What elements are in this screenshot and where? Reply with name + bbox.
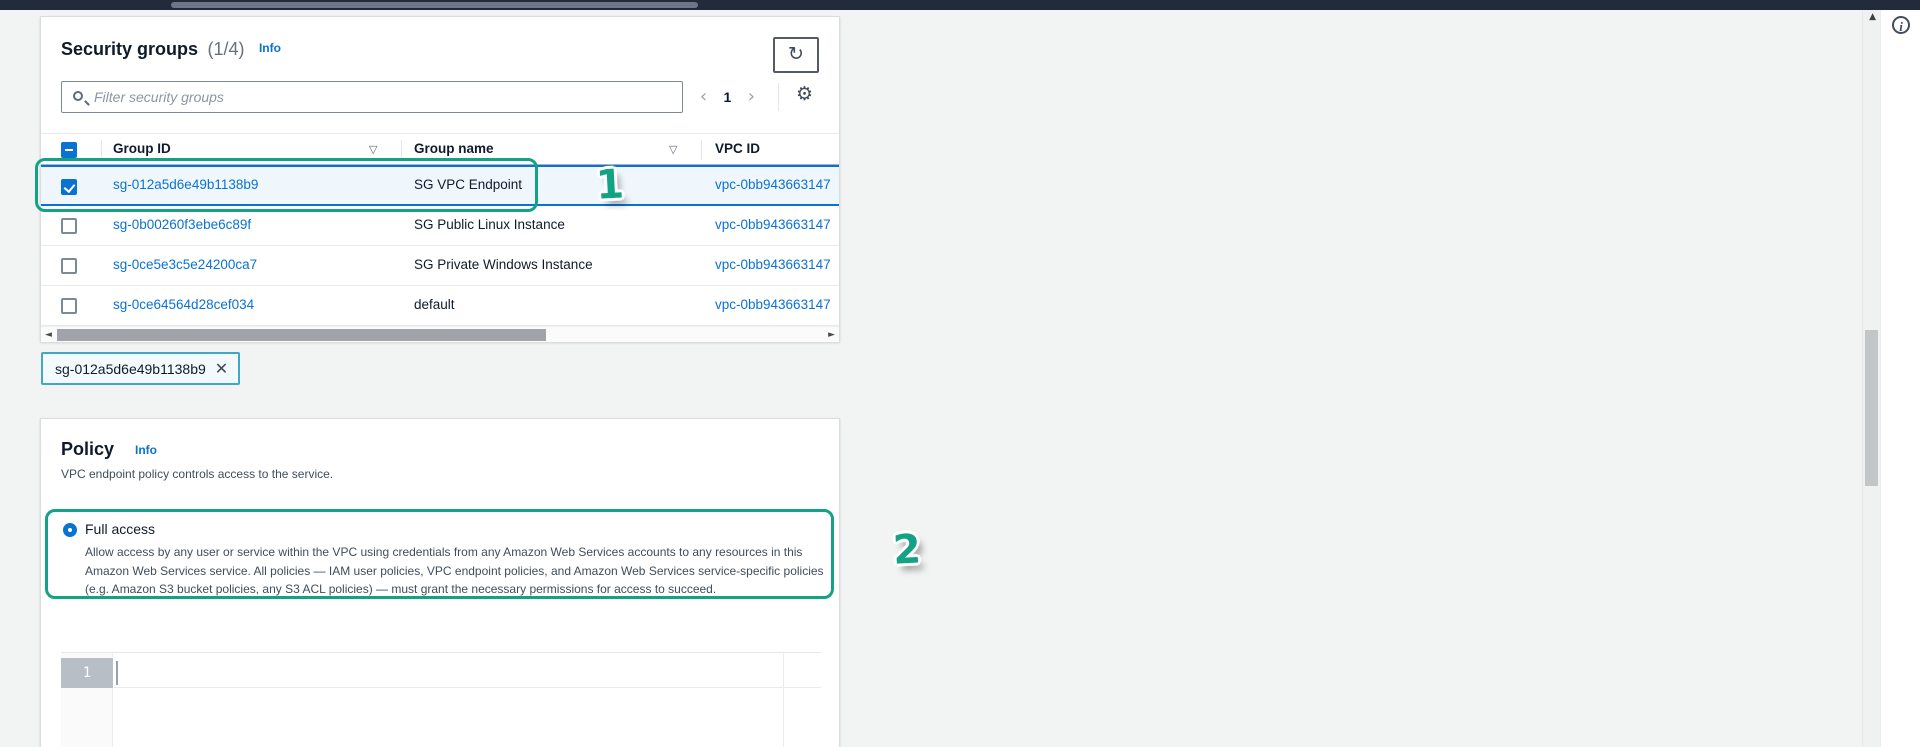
security-groups-title: Security groups [61, 39, 198, 59]
full-access-radio[interactable] [63, 523, 77, 537]
table-horizontal-scrollbar[interactable]: ◄ ► [41, 326, 839, 342]
pagination: ‹ 1 › [690, 85, 765, 111]
horizontal-scrollbar-thumb[interactable] [57, 329, 546, 341]
vertical-scrollbar-thumb[interactable] [1865, 330, 1878, 486]
editor-text-area[interactable] [114, 653, 821, 747]
group-id-link[interactable]: sg-0b00260f3ebe6c89f [113, 217, 251, 232]
group-name-cell: SG Public Linux Instance [414, 217, 565, 232]
top-navigation-bar [0, 0, 1920, 10]
filter-search-box[interactable] [61, 81, 683, 113]
row-checkbox[interactable] [61, 298, 77, 314]
policy-json-editor[interactable]: 1 [61, 652, 821, 747]
editor-line-gutter: 1 [61, 653, 113, 747]
policy-info-link[interactable]: Info [135, 443, 157, 457]
vpc-id-link[interactable]: vpc-0bb943663147 [715, 177, 831, 192]
editor-active-line [114, 658, 821, 688]
column-divider [101, 140, 102, 160]
security-groups-table: Group ID ▽ Group name ▽ VPC ID sg-012a5d… [41, 133, 839, 326]
security-groups-count: (1/4) [202, 39, 244, 59]
top-scrollbar-thumb[interactable] [171, 2, 698, 8]
group-id-link[interactable]: sg-0ce64564d28cef034 [113, 297, 254, 312]
column-divider [401, 140, 402, 160]
filter-security-groups-input[interactable] [94, 83, 674, 111]
help-panel-rail: i [1880, 10, 1920, 747]
group-id-link[interactable]: sg-0ce5e3c5e24200ca7 [113, 257, 257, 272]
policy-description: VPC endpoint policy controls access to t… [61, 467, 333, 481]
search-icon [73, 91, 83, 101]
group-id-filter-icon[interactable]: ▽ [369, 143, 377, 156]
refresh-button[interactable]: ↻ [773, 37, 819, 73]
editor-caret [116, 661, 118, 685]
column-header-group-name[interactable]: Group name [414, 141, 494, 156]
preferences-gear-button[interactable]: ⚙ [796, 83, 813, 105]
table-row-sg-private-windows[interactable]: sg-0ce5e3c5e24200ca7 SG Private Windows … [41, 246, 839, 286]
group-name-cell: SG VPC Endpoint [414, 177, 522, 192]
previous-page-button[interactable]: ‹ [690, 85, 717, 109]
scroll-up-icon[interactable]: ▲ [1869, 12, 1876, 22]
column-header-vpc-id[interactable]: VPC ID [715, 141, 760, 156]
group-name-filter-icon[interactable]: ▽ [669, 143, 677, 156]
security-groups-info-link[interactable]: Info [259, 41, 281, 55]
page-number[interactable]: 1 [722, 85, 734, 109]
group-name-cell: default [414, 297, 455, 312]
next-page-button[interactable]: › [738, 85, 765, 109]
select-all-checkbox[interactable] [61, 142, 77, 158]
refresh-icon: ↻ [788, 43, 804, 65]
full-access-description: Allow access by any user or service with… [85, 543, 827, 599]
annotation-badge-2: 2 [892, 526, 922, 573]
security-groups-panel: Security groups (1/4) Info ↻ ‹ 1 › ⚙ [40, 16, 840, 342]
table-row-sg-vpc-endpoint[interactable]: sg-012a5d6e49b1138b9 SG VPC Endpoint vpc… [41, 165, 839, 206]
table-row-default[interactable]: sg-0ce64564d28cef034 default vpc-0bb9436… [41, 286, 839, 326]
column-header-group-id[interactable]: Group ID [113, 141, 171, 156]
editor-line-number: 1 [61, 658, 113, 688]
table-row-sg-public-linux[interactable]: sg-0b00260f3ebe6c89f SG Public Linux Ins… [41, 206, 839, 246]
token-dismiss-icon[interactable]: ✕ [215, 361, 228, 377]
selected-security-group-token: sg-012a5d6e49b1138b9 ✕ [41, 352, 240, 385]
token-label: sg-012a5d6e49b1138b9 [55, 361, 206, 377]
vpc-id-link[interactable]: vpc-0bb943663147 [715, 257, 831, 272]
full-access-label[interactable]: Full access [85, 521, 155, 537]
security-groups-header: Security groups (1/4) Info ↻ [61, 39, 819, 79]
policy-title: Policy [61, 439, 114, 460]
policy-panel: Policy Info VPC endpoint policy controls… [40, 418, 840, 747]
vpc-id-link[interactable]: vpc-0bb943663147 [715, 297, 831, 312]
column-divider [701, 140, 702, 160]
vpc-id-link[interactable]: vpc-0bb943663147 [715, 217, 831, 232]
info-panel-icon[interactable]: i [1892, 16, 1910, 34]
row-checkbox[interactable] [61, 258, 77, 274]
table-header-row: Group ID ▽ Group name ▽ VPC ID [41, 133, 839, 165]
group-id-link[interactable]: sg-012a5d6e49b1138b9 [113, 177, 258, 192]
scroll-left-icon[interactable]: ◄ [45, 330, 52, 340]
pagination-divider [778, 83, 779, 111]
row-checkbox-checked[interactable] [61, 179, 77, 195]
editor-print-margin [783, 653, 784, 747]
group-name-cell: SG Private Windows Instance [414, 257, 593, 272]
scroll-right-icon[interactable]: ► [828, 330, 835, 340]
aws-console-screen: Security groups (1/4) Info ↻ ‹ 1 › ⚙ [0, 0, 1920, 747]
filter-row: ‹ 1 › ⚙ [61, 81, 819, 113]
row-checkbox[interactable] [61, 218, 77, 234]
